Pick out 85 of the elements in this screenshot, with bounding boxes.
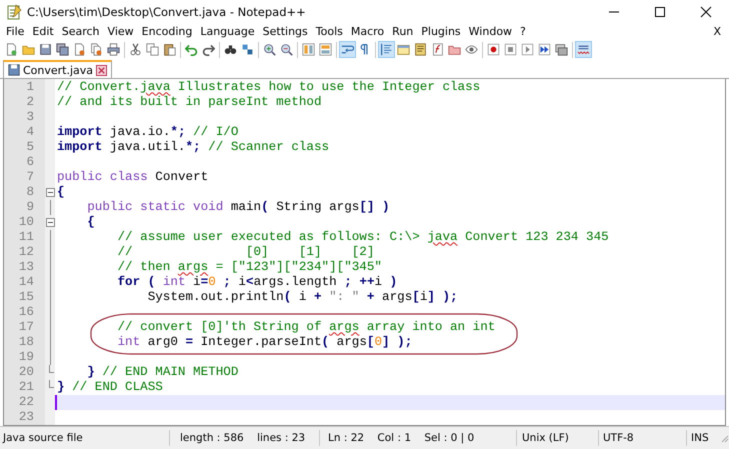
line-number: 12 bbox=[18, 245, 35, 260]
menu-item[interactable]: View bbox=[104, 25, 138, 38]
maximize-button[interactable] bbox=[654, 6, 666, 18]
code-line: public static void main( String args[] ) bbox=[86, 200, 391, 216]
line-number: 14 bbox=[18, 275, 35, 290]
window-title: C:\Users\tim\Desktop\Convert.java - Notepad++ bbox=[27, 5, 307, 19]
menu-item[interactable]: Run bbox=[388, 25, 418, 38]
spellcheck-icon[interactable] bbox=[575, 41, 592, 58]
document-map-icon[interactable] bbox=[412, 41, 429, 58]
close-tab-icon[interactable] bbox=[96, 64, 108, 76]
line-number: 1 bbox=[25, 80, 35, 96]
zoom-out-icon[interactable] bbox=[278, 41, 295, 58]
line-number: 6 bbox=[25, 155, 35, 170]
line-number: 21 bbox=[18, 380, 35, 396]
line-number: 15 bbox=[18, 290, 35, 306]
line-ending-label: Unix (LF) bbox=[517, 430, 599, 446]
length-label: length : 586 lines : 23 bbox=[170, 430, 320, 446]
cursor-position-label: Ln : 22 Col : 1 Sel : 0 | 0 bbox=[320, 430, 517, 446]
menu-item[interactable]: Search bbox=[58, 25, 104, 38]
code-line: // and its built in parseInt method bbox=[56, 95, 323, 110]
line-number: 4 bbox=[25, 125, 35, 140]
line-number: 10 bbox=[18, 215, 35, 230]
printer-icon[interactable] bbox=[105, 41, 122, 58]
line-number: 9 bbox=[25, 200, 35, 216]
line-number: 16 bbox=[18, 305, 35, 320]
code-line: } // END CLASS bbox=[56, 380, 164, 396]
code-line: // then args = ["123"]["234"]["345" bbox=[116, 260, 383, 276]
floppy-icon bbox=[8, 64, 20, 76]
paste-icon[interactable] bbox=[161, 41, 178, 58]
close-document-button[interactable]: X bbox=[705, 25, 729, 38]
sync-vertical-icon[interactable] bbox=[300, 41, 317, 58]
insert-mode-label: INS bbox=[690, 431, 710, 446]
menu-item[interactable]: Window bbox=[464, 25, 516, 38]
menu-item[interactable]: Tools bbox=[312, 25, 347, 38]
line-number: 18 bbox=[18, 335, 35, 350]
code-line: // [0] [1] [2] bbox=[116, 245, 376, 260]
code-line: } // END MAIN METHOD bbox=[86, 365, 240, 380]
menu-item[interactable]: File bbox=[2, 25, 28, 38]
close-button[interactable] bbox=[700, 6, 712, 18]
fold-toggle-icon[interactable] bbox=[46, 188, 54, 198]
code-line: System.out.println( i + ": " + args[i] ); bbox=[146, 290, 459, 306]
code-line: { bbox=[86, 215, 96, 230]
line-number: 7 bbox=[25, 170, 35, 186]
menu-item[interactable]: Edit bbox=[28, 25, 58, 38]
word-wrap-icon[interactable] bbox=[339, 41, 356, 58]
line-number: 20 bbox=[18, 365, 35, 380]
copy-icon[interactable] bbox=[144, 41, 161, 58]
resize-grip-icon[interactable] bbox=[719, 433, 729, 444]
menu-item[interactable]: ? bbox=[516, 25, 530, 38]
floppies-icon[interactable] bbox=[54, 41, 71, 58]
text-cursor bbox=[55, 395, 57, 410]
code-line: { bbox=[56, 185, 66, 200]
line-number: 17 bbox=[18, 320, 35, 336]
menu-item[interactable]: Language bbox=[196, 25, 259, 38]
code-line: int arg0 = Integer.parseInt( args[0] ); bbox=[116, 335, 414, 350]
line-number: 22 bbox=[18, 395, 35, 410]
line-number: 5 bbox=[25, 140, 35, 156]
file-type-label: Java source file bbox=[0, 430, 170, 446]
line-number: 19 bbox=[18, 350, 35, 366]
line-number: 8 bbox=[25, 185, 35, 200]
line-number: 2 bbox=[25, 95, 35, 110]
code-line: import java.io.*; // I/O bbox=[56, 125, 240, 140]
sync-horizontal-icon[interactable] bbox=[317, 41, 334, 58]
save-macro-icon[interactable] bbox=[553, 41, 570, 58]
menu-item[interactable]: Settings bbox=[258, 25, 312, 38]
line-number: 11 bbox=[18, 230, 35, 246]
tab-label: Convert.java bbox=[23, 64, 94, 77]
code-line: import java.util.*; // Scanner class bbox=[56, 140, 330, 156]
line-number: 3 bbox=[25, 110, 35, 126]
indent-guide-icon[interactable] bbox=[378, 41, 395, 58]
notepad-icon bbox=[6, 4, 22, 20]
line-number: 13 bbox=[18, 260, 35, 276]
code-line: public class Convert bbox=[56, 170, 210, 186]
code-line: // assume user executed as follows: C:\> java Convert 123 234 345 bbox=[116, 230, 610, 246]
menu-item[interactable]: Encoding bbox=[138, 25, 196, 38]
line-number: 23 bbox=[18, 410, 35, 426]
code-line: // Convert.java Illustrates how to use the Integer class bbox=[56, 80, 482, 96]
fold-toggle-icon[interactable] bbox=[46, 218, 54, 228]
encoding-label: UTF-8 bbox=[599, 430, 687, 446]
menu-item[interactable]: Macro bbox=[346, 25, 388, 38]
code-line: // convert [0]'th String of args array into an int bbox=[116, 320, 496, 336]
code-line: for ( int i=0 ; i<args.length ; ++i ) bbox=[116, 275, 398, 290]
file-tab[interactable]: Convert.java bbox=[3, 60, 112, 78]
zoom-in-icon[interactable] bbox=[261, 41, 278, 58]
menu-item[interactable]: Plugins bbox=[417, 25, 465, 38]
